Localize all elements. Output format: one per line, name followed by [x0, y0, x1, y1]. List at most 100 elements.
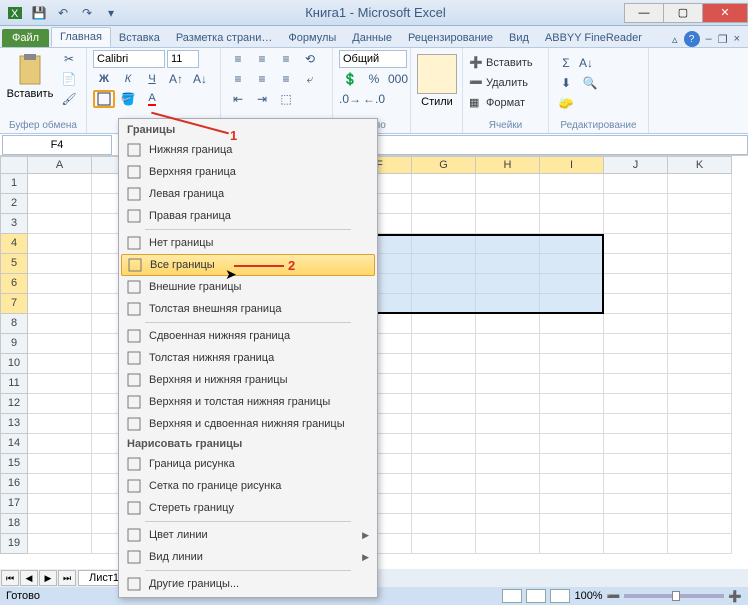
view-page-break-button[interactable]	[550, 589, 570, 603]
cell-K7[interactable]	[668, 294, 732, 314]
border-menu-item[interactable]: Нет границы	[121, 232, 375, 254]
cell-J14[interactable]	[604, 434, 668, 454]
cell-G2[interactable]	[412, 194, 476, 214]
cell-I2[interactable]	[540, 194, 604, 214]
tab-view[interactable]: Вид	[501, 29, 537, 47]
cell-J11[interactable]	[604, 374, 668, 394]
cell-G17[interactable]	[412, 494, 476, 514]
font-name-combo[interactable]	[93, 50, 165, 68]
cell-K11[interactable]	[668, 374, 732, 394]
cell-J12[interactable]	[604, 394, 668, 414]
cell-G3[interactable]	[412, 214, 476, 234]
cell-H16[interactable]	[476, 474, 540, 494]
cell-H11[interactable]	[476, 374, 540, 394]
cell-I11[interactable]	[540, 374, 604, 394]
qat-customize-icon[interactable]: ▾	[100, 3, 122, 23]
cell-H10[interactable]	[476, 354, 540, 374]
sort-filter-button[interactable]: A↓	[579, 54, 593, 72]
italic-button[interactable]: К	[117, 70, 139, 88]
cell-H12[interactable]	[476, 394, 540, 414]
cell-G15[interactable]	[412, 454, 476, 474]
row-header-5[interactable]: 5	[0, 254, 28, 274]
cell-A18[interactable]	[28, 514, 92, 534]
cell-G19[interactable]	[412, 534, 476, 554]
cell-I15[interactable]	[540, 454, 604, 474]
view-normal-button[interactable]	[502, 589, 522, 603]
increase-decimal-button[interactable]: .0→	[339, 90, 361, 108]
align-center-button[interactable]: ≡	[251, 70, 273, 88]
cell-A9[interactable]	[28, 334, 92, 354]
cell-J5[interactable]	[604, 254, 668, 274]
tab-data[interactable]: Данные	[344, 29, 400, 47]
row-header-9[interactable]: 9	[0, 334, 28, 354]
underline-button[interactable]: Ч	[141, 70, 163, 88]
cell-J3[interactable]	[604, 214, 668, 234]
cut-button[interactable]: ✂	[58, 50, 80, 68]
tab-abbyy[interactable]: ABBYY FineReader	[537, 29, 650, 47]
align-right-button[interactable]: ≡	[275, 70, 297, 88]
zoom-out-button[interactable]: ➖	[607, 590, 621, 603]
cell-H15[interactable]	[476, 454, 540, 474]
percent-button[interactable]: %	[363, 70, 385, 88]
cell-K15[interactable]	[668, 454, 732, 474]
cell-A15[interactable]	[28, 454, 92, 474]
cell-H7[interactable]	[476, 294, 540, 314]
tab-insert[interactable]: Вставка	[111, 29, 168, 47]
cell-K16[interactable]	[668, 474, 732, 494]
mdi-minimize-icon[interactable]: –	[706, 33, 712, 45]
paste-button[interactable]: Вставить	[6, 50, 54, 100]
align-middle-button[interactable]: ≡	[251, 50, 273, 68]
number-format-combo[interactable]	[339, 50, 407, 68]
sheet-nav-last[interactable]: ⏭	[58, 570, 76, 586]
undo-button[interactable]: ↶	[52, 3, 74, 23]
border-menu-item[interactable]: Правая граница	[121, 205, 375, 227]
cell-J1[interactable]	[604, 174, 668, 194]
col-header-H[interactable]: H	[476, 156, 540, 174]
border-menu-item[interactable]: Верхняя граница	[121, 161, 375, 183]
bold-button[interactable]: Ж	[93, 70, 115, 88]
cell-H2[interactable]	[476, 194, 540, 214]
cell-A8[interactable]	[28, 314, 92, 334]
cell-J4[interactable]	[604, 234, 668, 254]
cell-K10[interactable]	[668, 354, 732, 374]
col-header-J[interactable]: J	[604, 156, 668, 174]
insert-cells-button[interactable]: ➕Вставить	[469, 54, 533, 72]
cell-I9[interactable]	[540, 334, 604, 354]
cell-A13[interactable]	[28, 414, 92, 434]
col-header-K[interactable]: K	[668, 156, 732, 174]
align-top-button[interactable]: ≡	[227, 50, 249, 68]
cell-K5[interactable]	[668, 254, 732, 274]
delete-cells-button[interactable]: ➖Удалить	[469, 74, 528, 92]
col-header-A[interactable]: A	[28, 156, 92, 174]
increase-indent-button[interactable]: ⇥	[251, 90, 273, 108]
cell-A7[interactable]	[28, 294, 92, 314]
cell-G12[interactable]	[412, 394, 476, 414]
row-header-14[interactable]: 14	[0, 434, 28, 454]
maximize-button[interactable]: ▢	[663, 3, 703, 23]
row-header-6[interactable]: 6	[0, 274, 28, 294]
decrease-decimal-button[interactable]: ←.0	[363, 90, 385, 108]
row-header-15[interactable]: 15	[0, 454, 28, 474]
cell-G6[interactable]	[412, 274, 476, 294]
cell-K8[interactable]	[668, 314, 732, 334]
cell-G9[interactable]	[412, 334, 476, 354]
row-header-2[interactable]: 2	[0, 194, 28, 214]
cell-A14[interactable]	[28, 434, 92, 454]
cell-G4[interactable]	[412, 234, 476, 254]
col-header-I[interactable]: I	[540, 156, 604, 174]
cell-H1[interactable]	[476, 174, 540, 194]
cell-A10[interactable]	[28, 354, 92, 374]
border-menu-item[interactable]: Толстая нижняя граница	[121, 347, 375, 369]
copy-button[interactable]: 📄	[58, 70, 80, 88]
fill-color-button[interactable]: 🪣	[117, 90, 139, 108]
cell-I18[interactable]	[540, 514, 604, 534]
cell-K12[interactable]	[668, 394, 732, 414]
border-menu-item[interactable]: Стереть границу	[121, 497, 375, 519]
cell-G7[interactable]	[412, 294, 476, 314]
autosum-button[interactable]: Σ	[555, 54, 577, 72]
border-menu-item[interactable]: Верхняя и сдвоенная нижняя границы	[121, 413, 375, 435]
row-header-10[interactable]: 10	[0, 354, 28, 374]
cell-A6[interactable]	[28, 274, 92, 294]
view-page-layout-button[interactable]	[526, 589, 546, 603]
cell-A19[interactable]	[28, 534, 92, 554]
